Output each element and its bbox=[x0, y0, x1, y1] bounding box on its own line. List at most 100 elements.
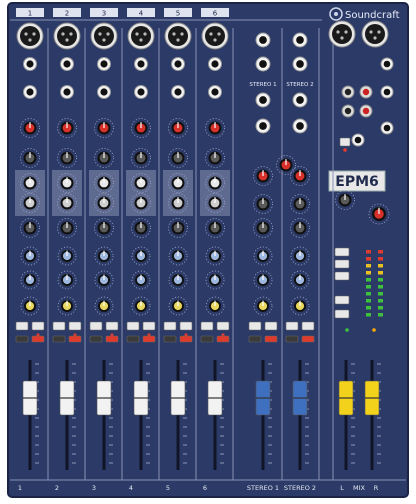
stereo-input-jack[interactable] bbox=[255, 92, 271, 108]
meter-led-right bbox=[378, 306, 383, 310]
channel-number: 2 bbox=[65, 10, 69, 18]
master-label-mix: MIX bbox=[353, 484, 366, 492]
insert-jack[interactable] bbox=[171, 85, 185, 99]
line-input-jack[interactable] bbox=[97, 57, 111, 71]
pfl-button[interactable] bbox=[52, 321, 66, 331]
meter-led-right bbox=[378, 285, 383, 289]
channel-number: 1 bbox=[28, 10, 32, 18]
channel-bottom-label: 2 bbox=[55, 484, 59, 492]
xlr-input[interactable] bbox=[90, 22, 118, 50]
mute-cap[interactable] bbox=[68, 335, 82, 343]
line-input-jack[interactable] bbox=[23, 57, 37, 71]
stereo-input-jack[interactable] bbox=[292, 32, 308, 48]
rca-2track-out-left[interactable] bbox=[341, 104, 355, 118]
master-section-button[interactable] bbox=[334, 259, 350, 269]
insert-jack[interactable] bbox=[60, 85, 74, 99]
line-input-jack[interactable] bbox=[208, 57, 222, 71]
mute-button[interactable] bbox=[105, 321, 119, 331]
rca-2track-in-right[interactable] bbox=[359, 85, 373, 99]
master-section-button[interactable] bbox=[334, 271, 350, 281]
xlr-input[interactable] bbox=[164, 22, 192, 50]
meter-led-right bbox=[378, 250, 383, 254]
mute-cap[interactable] bbox=[105, 335, 119, 343]
meter-led-left bbox=[366, 264, 371, 268]
meter-led-right bbox=[378, 257, 383, 261]
pfl-active-led bbox=[372, 328, 376, 332]
channel-bottom-label: 1 bbox=[18, 484, 22, 492]
pfl-button[interactable] bbox=[89, 321, 103, 331]
xlr-input[interactable] bbox=[53, 22, 81, 50]
pfl-button[interactable] bbox=[200, 321, 214, 331]
line-input-jack[interactable] bbox=[134, 57, 148, 71]
power-led bbox=[345, 328, 349, 332]
xlr-output-right[interactable] bbox=[361, 20, 389, 48]
meter-led-left bbox=[366, 257, 371, 261]
meter-led-left bbox=[366, 299, 371, 303]
stereo-input-jack[interactable] bbox=[292, 118, 308, 134]
phantom-led bbox=[343, 148, 347, 152]
mute-cap[interactable] bbox=[216, 335, 230, 343]
meter-led-right bbox=[378, 264, 383, 268]
rca-2track-in-left[interactable] bbox=[341, 85, 355, 99]
stereo-input-jack[interactable] bbox=[255, 56, 271, 72]
pfl-cap[interactable] bbox=[163, 335, 177, 343]
insert-jack[interactable] bbox=[208, 85, 222, 99]
pfl-cap[interactable] bbox=[15, 335, 29, 343]
meter-led-right bbox=[378, 271, 383, 275]
meter-led-left bbox=[366, 292, 371, 296]
insert-jack[interactable] bbox=[134, 85, 148, 99]
stereo-pfl-cap[interactable] bbox=[248, 335, 262, 343]
pfl-cap[interactable] bbox=[126, 335, 140, 343]
mute-button[interactable] bbox=[31, 321, 45, 331]
stereo-input-jack[interactable] bbox=[255, 32, 271, 48]
mute-button[interactable] bbox=[142, 321, 156, 331]
meter-led-right bbox=[378, 299, 383, 303]
stereo-bottom-label: STEREO 1 bbox=[247, 484, 279, 492]
mute-cap[interactable] bbox=[31, 335, 45, 343]
stereo-pfl-button[interactable] bbox=[248, 321, 262, 331]
stereo-pfl-cap[interactable] bbox=[285, 335, 299, 343]
insert-jack[interactable] bbox=[97, 85, 111, 99]
master-section-button[interactable] bbox=[334, 295, 350, 305]
model-badge-text: EPM6 bbox=[335, 174, 379, 190]
xlr-output-left[interactable] bbox=[328, 20, 356, 48]
master-label-left: L bbox=[340, 484, 344, 492]
meter-led-left bbox=[366, 313, 371, 317]
stereo-input-jack[interactable] bbox=[292, 92, 308, 108]
phantom-power-button[interactable] bbox=[339, 137, 351, 147]
mute-button[interactable] bbox=[68, 321, 82, 331]
meter-led-left bbox=[366, 285, 371, 289]
stereo-input-jack[interactable] bbox=[292, 56, 308, 72]
stereo-mute-cap[interactable] bbox=[301, 335, 315, 343]
pfl-cap[interactable] bbox=[52, 335, 66, 343]
pfl-button[interactable] bbox=[15, 321, 29, 331]
mute-button[interactable] bbox=[179, 321, 193, 331]
master-section-button[interactable] bbox=[334, 247, 350, 257]
pfl-cap[interactable] bbox=[200, 335, 214, 343]
pfl-button[interactable] bbox=[126, 321, 140, 331]
master-section-button[interactable] bbox=[334, 309, 350, 319]
pfl-cap[interactable] bbox=[89, 335, 103, 343]
output-jack[interactable] bbox=[380, 85, 394, 99]
stereo-pfl-button[interactable] bbox=[285, 321, 299, 331]
mute-cap[interactable] bbox=[142, 335, 156, 343]
xlr-input[interactable] bbox=[127, 22, 155, 50]
rca-2track-out-right[interactable] bbox=[359, 104, 373, 118]
line-input-jack[interactable] bbox=[171, 57, 185, 71]
xlr-input[interactable] bbox=[201, 22, 229, 50]
meter-led-left bbox=[366, 271, 371, 275]
stereo-mute-button[interactable] bbox=[301, 321, 315, 331]
mute-cap[interactable] bbox=[179, 335, 193, 343]
output-jack[interactable] bbox=[380, 57, 394, 71]
stereo-input-jack[interactable] bbox=[255, 118, 271, 134]
channel-number: 5 bbox=[176, 10, 180, 18]
xlr-input[interactable] bbox=[16, 22, 44, 50]
output-jack[interactable] bbox=[380, 121, 394, 135]
stereo-mute-cap[interactable] bbox=[264, 335, 278, 343]
insert-jack[interactable] bbox=[23, 85, 37, 99]
phones-jack[interactable] bbox=[351, 133, 365, 147]
stereo-mute-button[interactable] bbox=[264, 321, 278, 331]
line-input-jack[interactable] bbox=[60, 57, 74, 71]
mute-button[interactable] bbox=[216, 321, 230, 331]
pfl-button[interactable] bbox=[163, 321, 177, 331]
